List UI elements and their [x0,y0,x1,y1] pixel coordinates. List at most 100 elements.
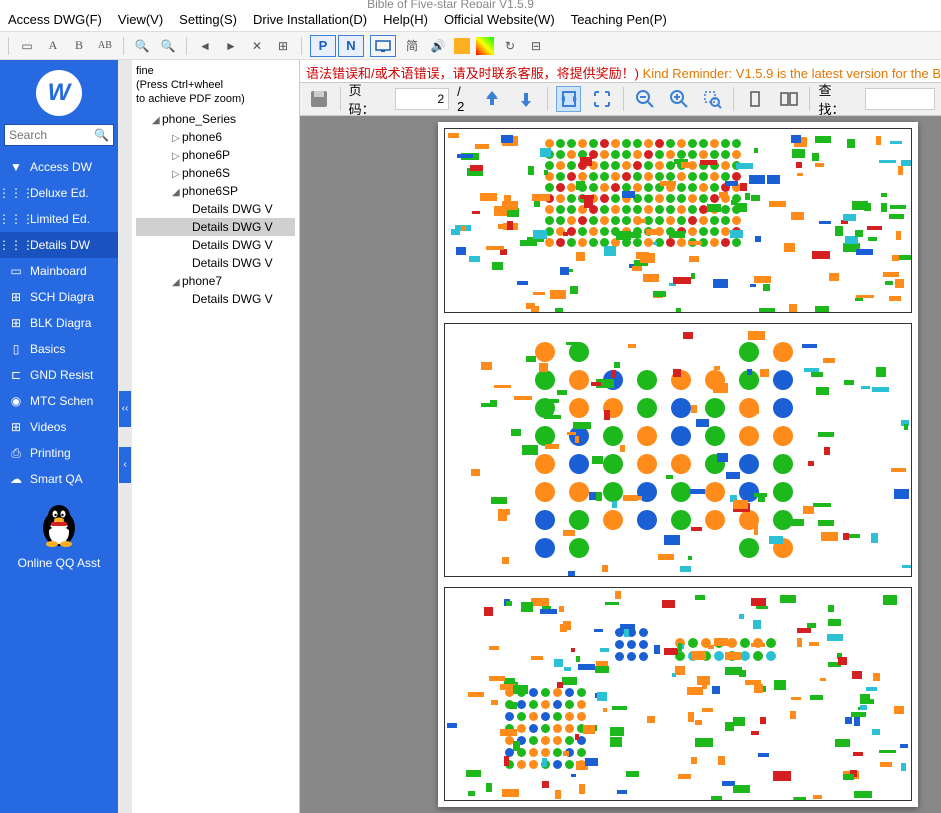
database-icon[interactable]: ⊟ [526,36,546,56]
menu-access[interactable]: Access DWG(F) [8,12,102,27]
search-input[interactable] [9,128,94,142]
tree-phone7[interactable]: ◢phone7 [136,272,295,290]
sidebar-label: MTC Schen [30,394,93,408]
single-page-icon[interactable] [742,86,768,112]
sidebar-item-deluxe[interactable]: ⋮⋮⋮Deluxe Ed. [0,180,118,206]
simple-button[interactable]: 简 [402,36,422,56]
page-total: / 2 [457,84,471,114]
menu-help[interactable]: Help(H) [383,12,428,27]
diagram-icon: ⊞ [8,316,24,330]
next-page-icon[interactable] [513,86,539,112]
sidebar-item-limited[interactable]: ⋮⋮⋮Limited Ed. [0,206,118,232]
pdf-view[interactable] [300,116,941,813]
rect-tool-icon[interactable]: ▭ [17,36,37,56]
tree-label: phone_Series [162,112,236,126]
circuit-board-1 [444,128,912,313]
bold-b-icon[interactable]: B [69,36,89,56]
page-input[interactable] [395,88,449,110]
color-gradient[interactable] [476,37,494,55]
tree-detail2[interactable]: Details DWG V [136,218,295,236]
sidebar-item-printing[interactable]: ⎙ Printing [0,440,118,466]
menu-setting[interactable]: Setting(S) [179,12,237,27]
search-box[interactable]: 🔍 [4,124,114,146]
menu-bar: Access DWG(F) View(V) Setting(S) Drive I… [0,8,941,32]
sidebar-label: BLK Diagra [30,316,91,330]
separator [186,37,187,55]
tree-detail5[interactable]: Details DWG V [136,290,295,308]
menu-drive[interactable]: Drive Installation(D) [253,12,367,27]
toolbar: ▭ A B AB 🔍 🔍 ◄ ► ✕ ⊞ P N 简 🔊 ↻ ⊟ [0,32,941,60]
sidebar-item-details[interactable]: ⋮⋮⋮Details DW [0,232,118,258]
menu-website[interactable]: Official Website(W) [444,12,555,27]
separator [340,87,341,111]
sidebar-item-qa[interactable]: ☁Smart QA [0,466,118,492]
menu-teaching[interactable]: Teaching Pen(P) [571,12,667,27]
sidebar-item-mainboard[interactable]: ▭Mainboard [0,258,118,284]
refresh-icon[interactable]: ↻ [500,36,520,56]
separator [123,37,124,55]
zoom-out-icon[interactable]: 🔍 [158,36,178,56]
search-icon[interactable]: 🔍 [94,128,109,142]
tree-phone6[interactable]: ▷phone6 [136,128,295,146]
menu-view[interactable]: View(V) [118,12,163,27]
title-text: Bible of Five-star Repair V1.5.9 [367,0,534,8]
grid-icon: ⋮⋮⋮ [8,212,24,226]
sidebar-item-basics[interactable]: ▯Basics [0,336,118,362]
save-icon[interactable] [306,86,332,112]
tree-detail3[interactable]: Details DWG V [136,236,295,254]
qq-label: Online QQ Asst [0,556,118,570]
main-area: W 🔍 ▼Access DW ⋮⋮⋮Deluxe Ed. ⋮⋮⋮Limited … [0,60,941,813]
expand-icon: ◢ [172,187,182,198]
pdf-search-input[interactable] [865,88,935,110]
sidebar-label: Deluxe Ed. [30,186,89,200]
tree-detail4[interactable]: Details DWG V [136,254,295,272]
tree-label: phone6S [182,166,230,180]
sound-icon[interactable]: 🔊 [428,36,448,56]
sidebar-item-videos[interactable]: ⊞Videos [0,414,118,440]
collapse-left-icon[interactable]: ‹‹ [119,391,131,427]
banner: 语法错误和/或术语错误，请及时联系客服，将提供奖励！) Kind Reminde… [300,60,941,82]
screen-button[interactable] [370,35,396,57]
double-page-icon[interactable] [776,86,802,112]
expand-icon: ◢ [172,277,182,288]
sidebar-item-gnd[interactable]: ⊏GND Resist [0,362,118,388]
tree-detail1[interactable]: Details DWG V [136,200,295,218]
tree-phone6sp[interactable]: ◢phone6SP [136,182,295,200]
print-icon: ⎙ [8,446,24,460]
zoom-out-icon[interactable] [632,86,658,112]
tree-phone6s[interactable]: ▷phone6S [136,164,295,182]
sidebar-label: Printing [30,446,71,460]
prev-icon[interactable]: ◄ [195,36,215,56]
color-orange[interactable] [454,38,470,54]
close-icon[interactable]: ✕ [247,36,267,56]
next-icon[interactable]: ► [221,36,241,56]
circuit-board-3 [444,587,912,801]
tree-icon[interactable]: ⊞ [273,36,293,56]
prev-page-icon[interactable] [479,86,505,112]
ab-icon[interactable]: AB [95,36,115,56]
tree-root[interactable]: ◢phone_Series [136,110,295,128]
banner-red: 语法错误和/或术语错误，请及时联系客服，将提供奖励！) [306,66,639,81]
board-icon: ▭ [8,264,24,278]
zoom-region-icon[interactable] [699,86,725,112]
qq-penguin-icon[interactable] [38,502,80,548]
separator [733,87,734,111]
fit-width-icon[interactable] [556,86,582,112]
zoom-in-icon[interactable] [666,86,692,112]
collapse-left-icon[interactable]: ‹ [119,447,131,483]
diagram-icon: ⊞ [8,290,24,304]
sidebar-item-mtc[interactable]: ◉MTC Schen [0,388,118,414]
n-button[interactable]: N [338,35,364,57]
sidebar-item-sch[interactable]: ⊞SCH Diagra [0,284,118,310]
zoom-in-icon[interactable]: 🔍 [132,36,152,56]
tree-phone6p[interactable]: ▷phone6P [136,146,295,164]
fit-page-icon[interactable] [589,86,615,112]
sidebar-label: Basics [30,342,65,356]
sidebar-item-blk[interactable]: ⊞ BLK Diagra [0,310,118,336]
sidebar-item-access[interactable]: ▼Access DW [0,154,118,180]
resist-icon: ⊏ [8,368,24,382]
collapse-bar: ‹‹ ‹ [118,60,132,813]
p-button[interactable]: P [310,35,336,57]
bold-a-icon[interactable]: A [43,36,63,56]
separator [8,37,9,55]
